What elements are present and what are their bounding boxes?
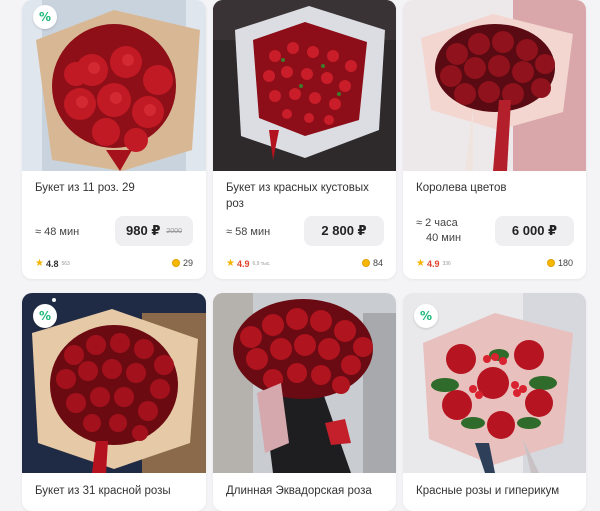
price-value: 2 800 ₽ [321,223,367,238]
rating-count: 563 [61,260,70,267]
price-button[interactable]: 2 800 ₽ [304,216,384,246]
bonus-points: 29 [171,258,193,268]
product-title[interactable]: Букет из красных кустовых роз [226,180,386,212]
star-icon: ★ [226,258,235,269]
product-photo[interactable] [213,0,396,171]
product-card[interactable]: % Букет из 31 красной розы [22,293,206,511]
rating-count: 6,9 тыс. [252,260,271,267]
bonus-points: 180 [546,258,573,268]
delivery-time-value: ≈ 2 часа [416,217,458,229]
product-card[interactable]: Длинная Эквадорская роза [213,293,396,511]
delivery-time: ≈ 48 мин [35,225,79,240]
delivery-time: ≈ 2 часа 40 мин [416,216,461,246]
discount-badge: % [414,304,438,328]
rating-value: 4.9 [426,258,440,269]
discount-badge: % [33,5,57,29]
old-price: 2000 [166,227,182,235]
rating: ★ 4.8 563 [35,258,70,269]
star-icon: ★ [416,258,425,269]
image-indicator-dot [52,298,56,302]
coin-icon [546,259,555,267]
price-button[interactable]: 980 ₽ 2000 [115,216,193,246]
rating-value: 4.9 [236,258,250,269]
product-title[interactable]: Красные розы и гиперикум [416,483,576,499]
rating: ★ 4.9 336 [416,258,451,269]
rating-count: 336 [442,260,451,267]
product-title[interactable]: Букет из 31 красной розы [35,483,195,499]
product-photo[interactable] [403,0,586,171]
product-photo[interactable]: % [22,0,206,171]
star-icon: ★ [35,258,44,269]
product-card[interactable]: % Букет из 11 роз. 29 ≈ 48 мин 980 ₽ 200… [22,0,206,279]
product-photo[interactable] [213,293,396,473]
product-title[interactable]: Длинная Эквадорская роза [226,483,386,499]
rating-value: 4.8 [45,258,59,269]
product-title[interactable]: Букет из 11 роз. 29 [35,180,195,196]
price-value: 980 ₽ [126,223,161,238]
price-button[interactable]: 6 000 ₽ [495,216,574,246]
bonus-value: 180 [557,258,573,268]
price-value: 6 000 ₽ [511,223,558,238]
coin-icon [361,259,370,267]
delivery-time-value: ≈ 48 мин [35,226,80,238]
rating: ★ 4.9 6,9 тыс. [226,258,271,269]
delivery-time-value: ≈ 58 мин [226,226,271,238]
bonus-value: 84 [372,258,383,268]
product-card[interactable]: % Красные розы и гиперикум [403,293,586,511]
product-card[interactable]: Королева цветов ≈ 2 часа 40 мин 6 000 ₽ … [403,0,586,279]
bonus-value: 29 [182,258,193,268]
delivery-time: ≈ 58 мин [226,225,270,240]
coin-icon [171,259,180,267]
delivery-time-minutes: 40 мин [426,232,462,244]
bonus-points: 84 [361,258,383,268]
product-photo[interactable]: % [22,293,206,473]
discount-badge: % [33,304,57,328]
product-card[interactable]: Букет из красных кустовых роз ≈ 58 мин 2… [213,0,396,279]
product-photo[interactable]: % [403,293,586,473]
product-title[interactable]: Королева цветов [416,180,576,196]
